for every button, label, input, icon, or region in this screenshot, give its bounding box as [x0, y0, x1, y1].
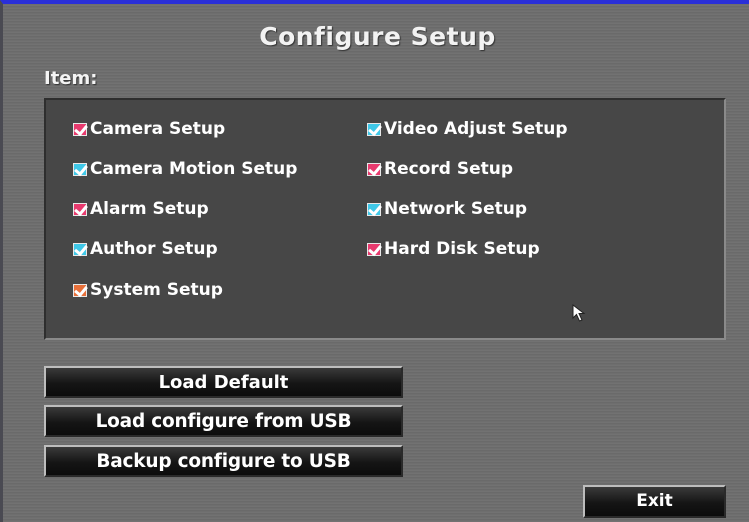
checkbox-camera-motion-setup[interactable]: Camera Motion Setup: [73, 159, 297, 179]
checkbox-checked-icon: [73, 282, 88, 297]
checkbox-hard-disk-setup[interactable]: Hard Disk Setup: [367, 239, 540, 259]
checkbox-label: Alarm Setup: [90, 199, 209, 219]
item-section-label: Item:: [44, 68, 98, 89]
checkbox-checked-icon: [367, 161, 382, 176]
checkbox-checked-icon: [73, 121, 88, 136]
page-title: Configure Setup: [259, 22, 496, 51]
checkbox-checked-icon: [73, 201, 88, 216]
checkbox-checked-icon: [367, 201, 382, 216]
checkbox-label: Hard Disk Setup: [384, 239, 540, 259]
checkbox-label: Camera Setup: [90, 119, 226, 139]
item-checklist-panel: Camera Setup Video Adjust Setup Camera M…: [44, 98, 726, 340]
checkbox-alarm-setup[interactable]: Alarm Setup: [73, 199, 209, 219]
checkbox-system-setup[interactable]: System Setup: [73, 280, 223, 300]
backup-configure-to-usb-button[interactable]: Backup configure to USB: [44, 445, 403, 477]
checkbox-label: Network Setup: [384, 199, 528, 219]
checkbox-label: Video Adjust Setup: [384, 119, 568, 139]
configure-setup-screen: Configure Setup Item: Camera Setup Video…: [0, 0, 749, 522]
checkbox-label: Author Setup: [90, 239, 218, 259]
checkbox-label: Record Setup: [384, 159, 514, 179]
checkbox-checked-icon: [367, 241, 382, 256]
mouse-pointer-icon: [572, 304, 586, 322]
checkbox-network-setup[interactable]: Network Setup: [367, 199, 527, 219]
exit-button[interactable]: Exit: [583, 485, 726, 518]
checkbox-camera-setup[interactable]: Camera Setup: [73, 119, 225, 139]
checkbox-checked-icon: [73, 241, 88, 256]
checkbox-author-setup[interactable]: Author Setup: [73, 239, 218, 259]
checkbox-label: System Setup: [90, 280, 223, 300]
load-configure-from-usb-button[interactable]: Load configure from USB: [44, 405, 403, 437]
checkbox-checked-icon: [73, 161, 88, 176]
checkbox-checked-icon: [367, 121, 382, 136]
checkbox-label: Camera Motion Setup: [90, 159, 298, 179]
checkbox-video-adjust-setup[interactable]: Video Adjust Setup: [367, 119, 568, 139]
load-default-button[interactable]: Load Default: [44, 366, 403, 398]
checkbox-record-setup[interactable]: Record Setup: [367, 159, 513, 179]
